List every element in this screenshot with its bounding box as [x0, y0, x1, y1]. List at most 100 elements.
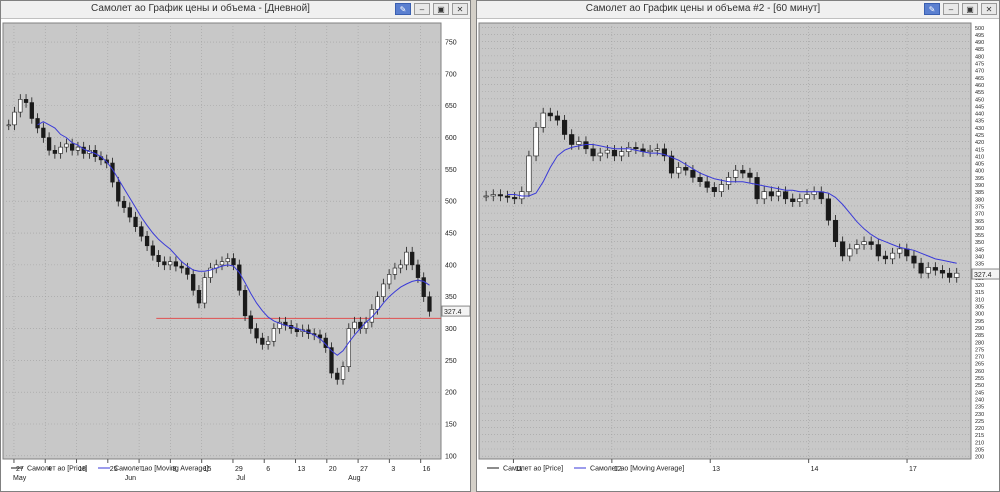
candle-body	[340, 366, 346, 380]
y-tick-label: 285	[975, 333, 984, 339]
y-tick-label: 600	[445, 135, 457, 142]
y-tick-label: 550	[445, 167, 457, 174]
x-month-label: May	[13, 475, 27, 482]
candle-body	[533, 127, 539, 157]
candle-body	[775, 191, 782, 197]
window-controls: ✎ ‒ ▣ ✕	[395, 3, 468, 15]
y-tick-label: 255	[975, 376, 984, 382]
candle-body	[932, 267, 938, 271]
last-price-label: 327.4	[974, 272, 992, 279]
candle-body	[711, 187, 717, 192]
candle-body	[868, 241, 874, 245]
minimize-icon[interactable]: ‒	[414, 3, 430, 15]
candle-body	[569, 134, 575, 145]
candle-body	[144, 235, 150, 247]
candle-body	[947, 272, 953, 278]
legend-ma-label: Самолет ао [Moving Average]	[590, 466, 684, 473]
candle-body	[925, 267, 931, 274]
y-tick-label: 295	[975, 319, 984, 325]
candle-body	[127, 207, 132, 218]
candle-body	[897, 248, 903, 254]
y-tick-label: 275	[975, 347, 984, 353]
hourly-price-chart[interactable]: 2002052102152202252302352402452502552602…	[477, 19, 999, 491]
y-tick-label: 225	[975, 419, 984, 425]
candle-body	[576, 141, 582, 145]
candle-body	[196, 290, 202, 304]
candle-body	[173, 261, 179, 267]
y-tick-label: 355	[975, 233, 984, 239]
x-tick-label: 29	[235, 466, 243, 473]
daily-chart-window[interactable]: Самолет ао График цены и объема - [Дневн…	[0, 0, 471, 492]
y-tick-label: 150	[445, 421, 457, 428]
y-tick-label: 490	[975, 40, 984, 46]
close-icon[interactable]: ✕	[981, 3, 997, 15]
candle-body	[911, 255, 917, 264]
candle-body	[421, 277, 426, 297]
candle-body	[733, 169, 739, 178]
candle-body	[768, 191, 774, 197]
candle-body	[939, 270, 946, 274]
candle-body	[882, 255, 889, 260]
y-tick-label: 200	[445, 390, 457, 397]
x-tick-label: 14	[811, 466, 819, 473]
candle-body	[427, 296, 432, 312]
candle-body	[191, 274, 196, 291]
candle-body	[690, 169, 696, 178]
candle-body	[825, 198, 831, 221]
window-titlebar[interactable]: Самолет ао График цены и объема #2 - [60…	[477, 1, 999, 19]
candle-body	[352, 321, 357, 329]
window-titlebar[interactable]: Самолет ао График цены и объема - [Дневн…	[1, 1, 470, 19]
candle-body	[754, 177, 760, 200]
candle-body	[704, 181, 710, 188]
y-tick-label: 750	[445, 40, 457, 47]
close-icon[interactable]: ✕	[452, 3, 468, 15]
y-tick-label: 425	[975, 133, 984, 139]
candle-body	[110, 162, 115, 183]
candle-body	[604, 149, 610, 154]
candle-body	[133, 216, 138, 227]
candle-body	[526, 155, 532, 192]
candle-body	[847, 248, 853, 257]
minimize-icon[interactable]: ‒	[943, 3, 959, 15]
legend-price-label: Самолет ао [Price]	[503, 466, 563, 473]
y-tick-label: 470	[975, 69, 984, 75]
hourly-chart-window[interactable]: Самолет ао График цены и объема #2 - [60…	[476, 0, 1000, 492]
x-month-label: Aug	[348, 475, 361, 482]
candle-body	[761, 191, 767, 200]
candle-body	[889, 252, 896, 260]
restore-icon[interactable]: ▣	[962, 3, 978, 15]
y-tick-label: 240	[975, 397, 984, 403]
y-tick-label: 420	[975, 140, 984, 146]
candle-body	[747, 172, 753, 178]
daily-price-chart[interactable]: 100 150 200 250 300 350 400 450 500 550 600 650 700 7…	[1, 19, 470, 491]
candle-body	[504, 195, 511, 198]
y-tick-label: 345	[975, 247, 984, 253]
candle-body	[237, 264, 242, 291]
y-tick-label: 370	[975, 212, 984, 218]
y-tick-label: 220	[975, 426, 984, 432]
pin-icon[interactable]: ✎	[395, 3, 411, 15]
candle-body	[410, 251, 415, 266]
candle-body	[597, 152, 603, 157]
candle-body	[490, 194, 496, 197]
candle-body	[540, 112, 546, 128]
pin-icon[interactable]: ✎	[924, 3, 940, 15]
candle-body	[225, 258, 230, 262]
candle-body	[611, 149, 618, 157]
candle-body	[242, 290, 248, 317]
window-title: Самолет ао График цены и объема #2 - [60…	[585, 3, 821, 14]
candle-body	[554, 115, 561, 121]
y-tick-label: 320	[975, 283, 984, 289]
candle-body	[647, 149, 653, 152]
x-month-label: Jul	[236, 475, 245, 482]
y-tick-label: 495	[975, 33, 984, 39]
y-tick-label: 265	[975, 362, 984, 368]
y-tick-label: 500	[975, 26, 984, 32]
y-tick-label: 360	[975, 226, 984, 232]
y-tick-label: 480	[975, 54, 984, 60]
candle-body	[29, 102, 34, 119]
restore-icon[interactable]: ▣	[433, 3, 449, 15]
candle-body	[58, 146, 63, 154]
candle-body	[116, 181, 121, 202]
y-tick-label: 410	[975, 154, 984, 160]
